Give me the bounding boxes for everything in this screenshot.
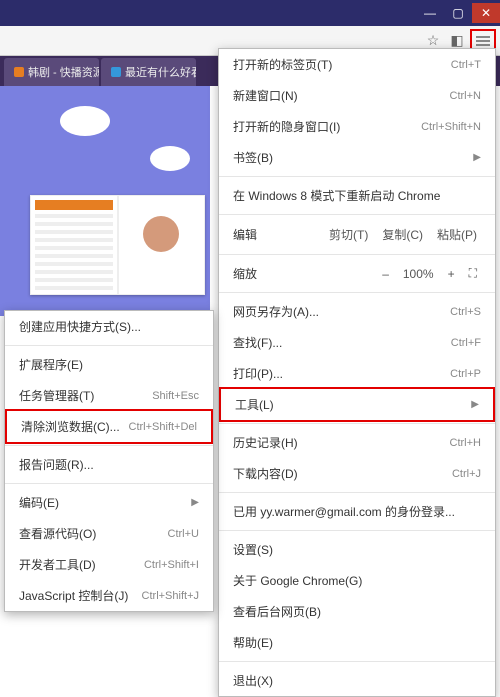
submenu-encoding[interactable]: 编码(E)▶ [5, 487, 213, 518]
window-titlebar: — ▢ ✕ [0, 0, 500, 26]
maximize-button[interactable]: ▢ [444, 3, 472, 23]
menu-bookmarks[interactable]: 书签(B)▶ [219, 142, 495, 173]
menu-print[interactable]: 打印(P)...Ctrl+P [219, 358, 495, 389]
tab-label: 最近有什么好看的... [125, 64, 196, 80]
menu-edit: 编辑剪切(T)复制(C)粘贴(P) [219, 218, 495, 251]
hamburger-icon [476, 40, 490, 42]
menu-downloads[interactable]: 下载内容(D)Ctrl+J [219, 458, 495, 489]
menu-new-incognito[interactable]: 打开新的隐身窗口(I)Ctrl+Shift+N [219, 111, 495, 142]
close-button[interactable]: ✕ [472, 3, 500, 23]
menu-new-window[interactable]: 新建窗口(N)Ctrl+N [219, 80, 495, 111]
menu-new-tab[interactable]: 打开新的标签页(T)Ctrl+T [219, 49, 495, 80]
favicon [111, 67, 121, 77]
menu-settings[interactable]: 设置(S) [219, 534, 495, 565]
menu-relaunch-win8[interactable]: 在 Windows 8 模式下重新启动 Chrome [219, 180, 495, 211]
browser-tab[interactable]: 韩剧 - 快播资源... [4, 58, 99, 86]
zoom-out-button[interactable]: – [378, 266, 393, 282]
tab-label: 韩剧 - 快播资源... [28, 64, 99, 80]
submenu-dev-tools[interactable]: 开发者工具(D)Ctrl+Shift+I [5, 549, 213, 580]
chevron-right-icon: ▶ [473, 152, 481, 163]
menu-about[interactable]: 关于 Google Chrome(G) [219, 565, 495, 596]
submenu-create-shortcut[interactable]: 创建应用快捷方式(S)... [5, 311, 213, 342]
page-thumbnail [30, 195, 205, 295]
submenu-view-source[interactable]: 查看源代码(O)Ctrl+U [5, 518, 213, 549]
submenu-extensions[interactable]: 扩展程序(E) [5, 349, 213, 380]
chrome-main-menu: 打开新的标签页(T)Ctrl+T 新建窗口(N)Ctrl+N 打开新的隐身窗口(… [218, 48, 496, 697]
submenu-js-console[interactable]: JavaScript 控制台(J)Ctrl+Shift+J [5, 580, 213, 611]
menu-background-pages[interactable]: 查看后台网页(B) [219, 596, 495, 627]
menu-exit[interactable]: 退出(X) [219, 665, 495, 696]
menu-history[interactable]: 历史记录(H)Ctrl+H [219, 427, 495, 458]
submenu-clear-browsing-data[interactable]: 清除浏览数据(C)...Ctrl+Shift+Del [5, 409, 213, 444]
minimize-button[interactable]: — [416, 3, 444, 23]
menu-zoom: 缩放–100%+⛶ [219, 258, 495, 289]
submenu-task-manager[interactable]: 任务管理器(T)Shift+Esc [5, 380, 213, 411]
menu-tools[interactable]: 工具(L)▶ [219, 387, 495, 422]
copy-button[interactable]: 复制(C) [378, 225, 427, 244]
paste-button[interactable]: 粘贴(P) [433, 225, 481, 244]
zoom-in-button[interactable]: + [444, 266, 459, 282]
zoom-value: 100% [399, 266, 438, 282]
menu-signed-in[interactable]: 已用 yy.warmer@gmail.com 的身份登录... [219, 496, 495, 527]
browser-tab[interactable]: 最近有什么好看的... [101, 58, 196, 86]
cut-button[interactable]: 剪切(T) [325, 225, 372, 244]
tools-submenu: 创建应用快捷方式(S)... 扩展程序(E) 任务管理器(T)Shift+Esc… [4, 310, 214, 612]
menu-find[interactable]: 查找(F)...Ctrl+F [219, 327, 495, 358]
favicon [14, 67, 24, 77]
menu-save-as[interactable]: 网页另存为(A)...Ctrl+S [219, 296, 495, 327]
menu-help[interactable]: 帮助(E) [219, 627, 495, 658]
chevron-right-icon: ▶ [191, 497, 199, 508]
fullscreen-button[interactable]: ⛶ [465, 265, 481, 282]
chevron-right-icon: ▶ [471, 399, 479, 410]
submenu-report-issue[interactable]: 报告问题(R)... [5, 449, 213, 480]
